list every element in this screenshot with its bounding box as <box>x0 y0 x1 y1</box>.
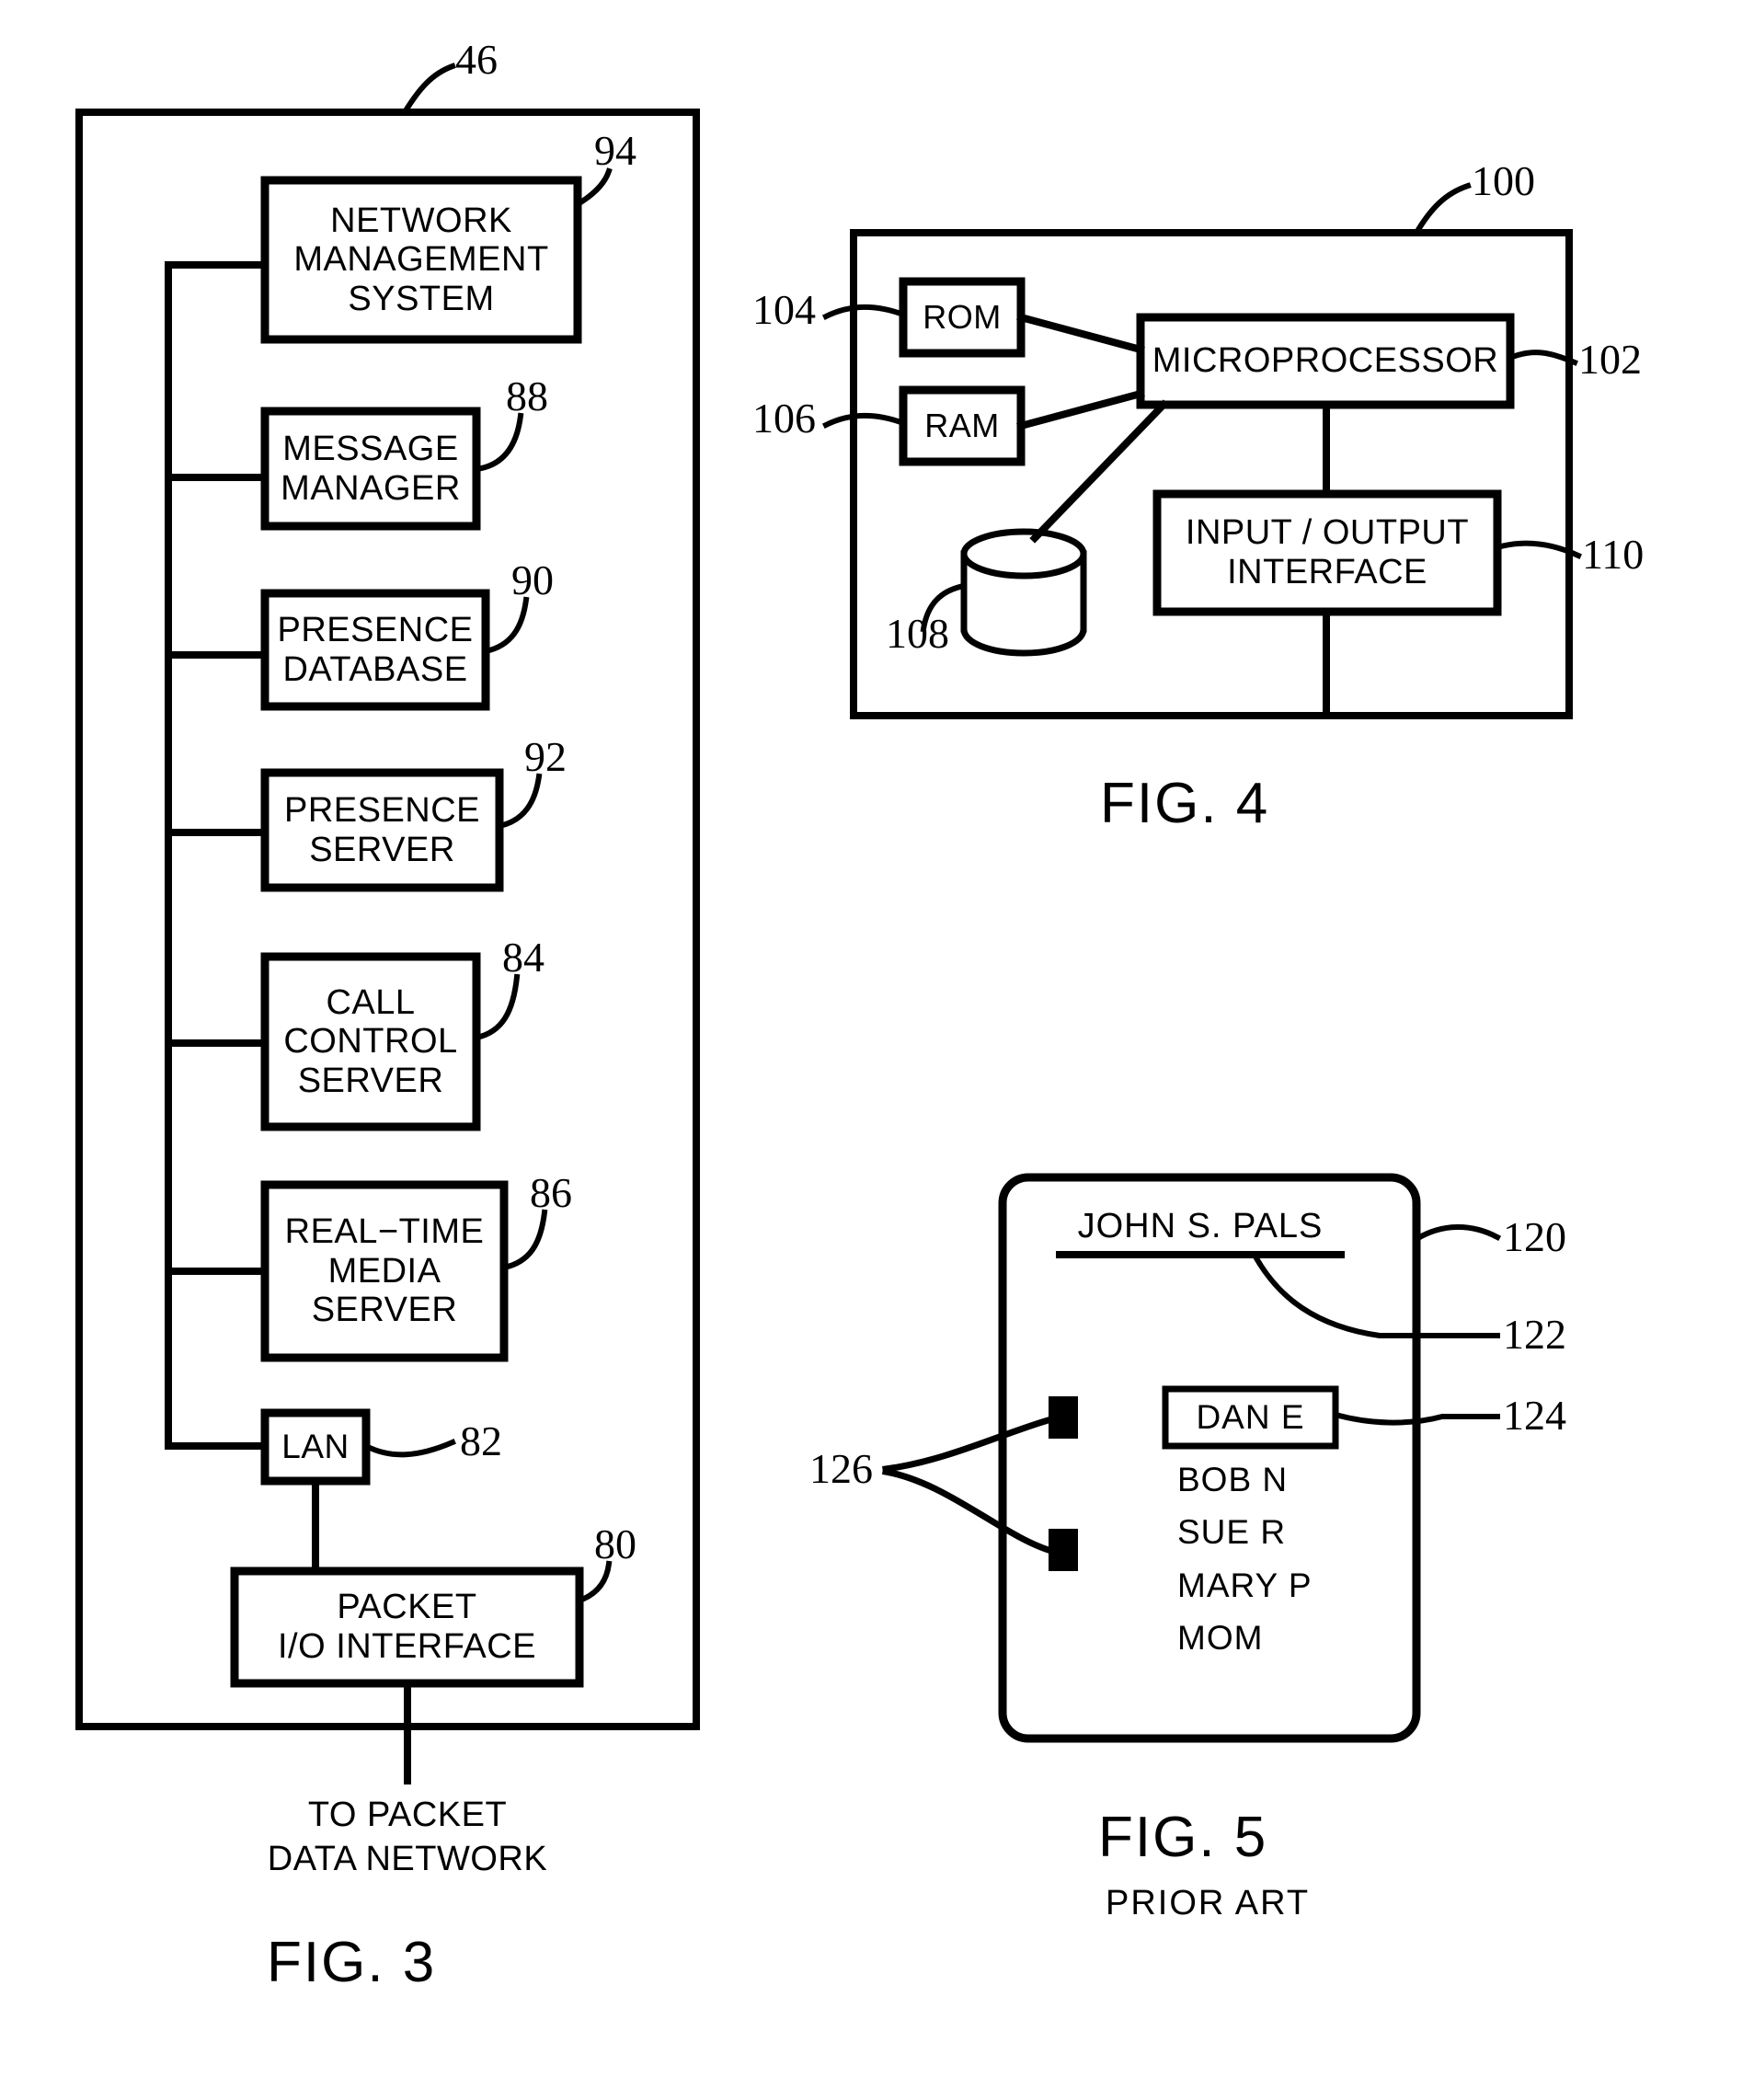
fig3-lead-86 <box>500 1209 548 1271</box>
fig4-lead-100 <box>1412 182 1472 237</box>
fig4-conn-ram-cpu <box>1016 389 1145 430</box>
fig3-nms-line1: NETWORK <box>330 201 512 240</box>
fig3-lead-94 <box>573 167 613 209</box>
fig3-mm-line1: MESSAGE <box>282 429 459 468</box>
fig3-box-label-message-manager: MESSAGE MANAGER <box>265 411 476 526</box>
fig4-box-label-rom: ROM <box>903 281 1021 353</box>
fig4-box-label-microprocessor: MICROPROCESSOR <box>1141 317 1510 405</box>
fig4-io-line1: INPUT / OUTPUT <box>1185 513 1470 553</box>
fig5-lead-124 <box>1332 1411 1500 1426</box>
fig3-box-label-presence-server: PRESENCE SERVER <box>265 773 499 888</box>
fig3-ref-80: 80 <box>594 1520 636 1567</box>
list-item[interactable]: SUE R <box>1177 1506 1389 1558</box>
fig3-rms-line2: MEDIA <box>327 1251 441 1291</box>
fig3-rms-line3: SERVER <box>311 1291 458 1330</box>
fig3-pdb-line2: DATABASE <box>282 649 468 689</box>
fig4-cpu-text: MICROPROCESSOR <box>1152 341 1499 381</box>
fig3-ps-line1: PRESENCE <box>283 790 481 830</box>
fig5-caption: FIG. 5 <box>1098 1806 1268 1869</box>
fig4-ref-104: 104 <box>752 286 816 333</box>
fig4-box-label-ram: RAM <box>903 390 1021 462</box>
fig5-lead-126-upper <box>882 1415 1056 1473</box>
fig3-ref-46: 46 <box>455 36 498 83</box>
fig4-ref-110: 110 <box>1582 531 1645 578</box>
fig4-box-label-io-interface: INPUT / OUTPUT INTERFACE <box>1157 494 1497 612</box>
fig5-pals-title: JOHN S. PALS <box>1077 1207 1324 1245</box>
fig3-lead-46 <box>400 63 456 117</box>
fig3-pio-line2: I/O INTERFACE <box>278 1627 536 1666</box>
fig3-lead-90 <box>482 596 530 655</box>
fig4-ref-106: 106 <box>752 395 816 442</box>
fig4-ref-102: 102 <box>1578 336 1642 383</box>
fig3-network-note-line2: DATA NETWORK <box>267 1839 548 1878</box>
fig3-ref-84: 84 <box>502 934 545 981</box>
fig5-selected-entry-label[interactable]: DAN E <box>1165 1389 1336 1446</box>
fig3-outer-enclosure <box>75 109 700 1730</box>
fig3-ps-line2: SERVER <box>309 830 455 869</box>
fig3-lead-82 <box>361 1439 456 1458</box>
fig3-lead-92 <box>496 773 543 830</box>
fig3-lead-88 <box>473 412 524 473</box>
fig3-caption: FIG. 3 <box>267 1931 437 1994</box>
fig4-lead-110 <box>1494 540 1582 559</box>
fig4-ref-108: 108 <box>886 610 949 657</box>
patent-figure-sheet: NETWORK MANAGEMENT SYSTEM MESSAGE MANAGE… <box>0 0 1754 2100</box>
fig3-ref-92: 92 <box>524 733 567 780</box>
fig3-ccs-line2: CONTROL <box>283 1022 458 1061</box>
line-art-layer <box>75 63 1582 1784</box>
fig3-ref-88: 88 <box>506 373 548 419</box>
fig4-conn-cpu-disk <box>1029 399 1169 544</box>
fig5-ref-124: 124 <box>1503 1392 1566 1439</box>
fig5-presence-indicator-1 <box>1049 1396 1078 1439</box>
fig3-nms-line3: SYSTEM <box>348 279 495 318</box>
fig5-lead-122 <box>1252 1254 1500 1338</box>
fig3-ref-86: 86 <box>530 1169 572 1216</box>
fig5-subcaption-prior-art: PRIOR ART <box>1106 1884 1311 1922</box>
fig5-ref-126: 126 <box>809 1445 873 1492</box>
fig5-ref-120: 120 <box>1503 1213 1566 1260</box>
list-item[interactable]: MARY P <box>1177 1559 1389 1612</box>
fig3-network-note-line1: TO PACKET <box>307 1796 508 1834</box>
fig3-box-label-presence-database: PRESENCE DATABASE <box>265 593 486 706</box>
fig3-ref-90: 90 <box>511 557 554 603</box>
fig4-lead-102 <box>1507 350 1578 366</box>
fig3-mm-line2: MANAGER <box>281 468 461 508</box>
fig3-box-label-realtime-media-server: REAL−TIME MEDIA SERVER <box>265 1185 504 1358</box>
fig3-lead-84 <box>473 973 521 1041</box>
fig5-presence-indicator-2 <box>1049 1529 1078 1571</box>
fig3-box-label-nms: NETWORK MANAGEMENT SYSTEM <box>265 180 578 339</box>
fig4-ref-100: 100 <box>1472 157 1535 204</box>
fig5-pals-list[interactable]: BOB N SUE R MARY P MOM <box>1177 1453 1389 1664</box>
fig3-box-label-lan: LAN <box>265 1413 366 1481</box>
fig4-conn-rom-cpu <box>1016 313 1145 354</box>
fig3-ref-94: 94 <box>594 127 636 174</box>
fig4-io-line2: INTERFACE <box>1227 553 1427 591</box>
fig3-nms-line2: MANAGEMENT <box>293 240 549 280</box>
fig3-ccs-line3: SERVER <box>297 1061 444 1100</box>
fig3-lead-80 <box>576 1560 613 1604</box>
fig3-ref-82: 82 <box>460 1417 502 1464</box>
fig4-ram-text: RAM <box>924 406 1000 444</box>
fig5-ref-122: 122 <box>1503 1311 1566 1358</box>
fig3-box-label-call-control-server: CALL CONTROL SERVER <box>265 957 476 1127</box>
fig4-lead-106 <box>821 413 907 430</box>
fig5-lead-126-lower <box>881 1467 1056 1555</box>
fig3-rms-line1: REAL−TIME <box>284 1212 485 1252</box>
fig4-lead-104 <box>821 304 907 321</box>
list-item[interactable]: BOB N <box>1177 1453 1389 1506</box>
fig5-lead-120 <box>1412 1224 1502 1244</box>
fig3-pio-line1: PACKET <box>337 1588 477 1627</box>
fig3-box-label-packet-io-interface: PACKET I/O INTERFACE <box>235 1571 579 1683</box>
fig3-network-note: TO PACKET DATA NETWORK <box>224 1794 591 1881</box>
fig4-caption: FIG. 4 <box>1100 772 1270 835</box>
list-item[interactable]: MOM <box>1177 1612 1389 1664</box>
fig4-rom-text: ROM <box>923 297 1002 336</box>
fig4-disk-storage <box>960 528 1087 657</box>
fig3-ccs-line1: CALL <box>326 982 416 1022</box>
fig3-lan-line1: LAN <box>281 1428 350 1466</box>
fig3-pdb-line1: PRESENCE <box>277 610 474 649</box>
